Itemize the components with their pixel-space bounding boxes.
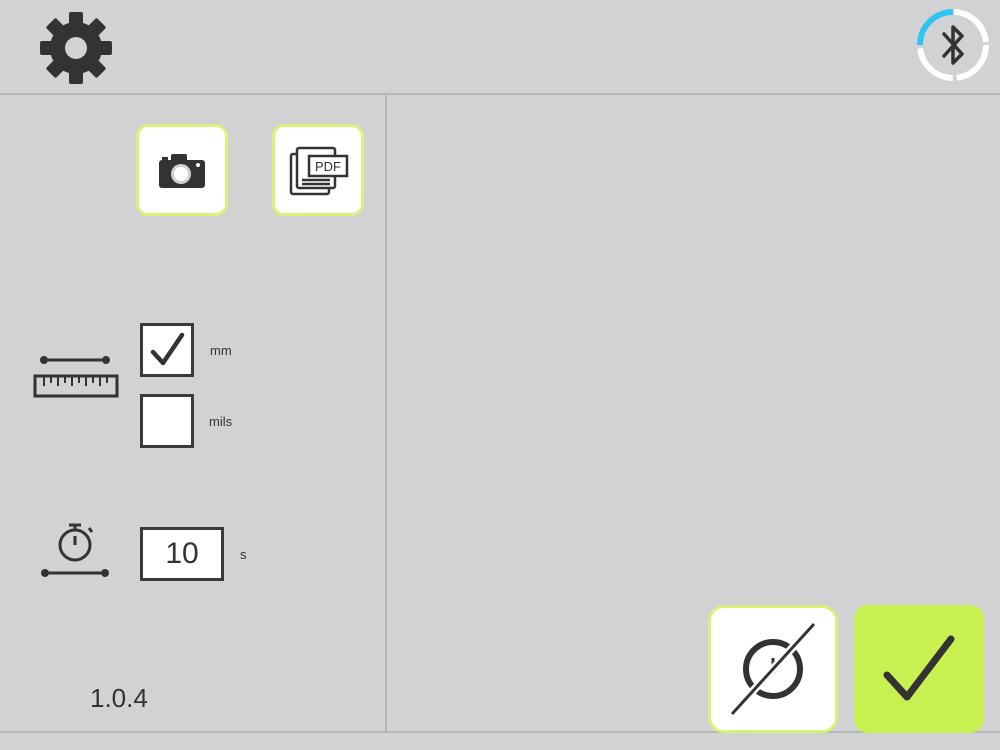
checkmark-icon bbox=[150, 332, 185, 366]
version-label: 1.0.4 bbox=[90, 683, 148, 713]
check-icon bbox=[883, 635, 955, 701]
ruler-icon bbox=[32, 350, 120, 404]
cancel-measurement-button[interactable] bbox=[708, 605, 838, 733]
stopwatch-icon bbox=[38, 518, 112, 582]
pdf-icon: PDF bbox=[289, 146, 349, 196]
camera-button[interactable] bbox=[136, 124, 228, 216]
timer-input[interactable]: 10 bbox=[140, 527, 224, 581]
bluetooth-status[interactable] bbox=[914, 6, 992, 84]
panel-divider bbox=[385, 95, 387, 731]
pdf-export-button[interactable]: PDF bbox=[272, 124, 364, 216]
gear-icon bbox=[40, 12, 112, 84]
unit-mm-checkbox[interactable] bbox=[140, 323, 194, 377]
pdf-icon-label: PDF bbox=[315, 159, 341, 174]
footer-divider bbox=[0, 731, 1000, 733]
header-divider bbox=[0, 93, 1000, 95]
cancel-measure-icon bbox=[729, 621, 817, 717]
camera-icon bbox=[159, 154, 205, 188]
unit-mm-label: mm bbox=[210, 343, 232, 358]
bluetooth-icon bbox=[917, 9, 989, 81]
settings-button[interactable] bbox=[36, 8, 116, 88]
unit-mils-label: mils bbox=[209, 414, 233, 429]
confirm-button[interactable] bbox=[854, 605, 984, 733]
unit-mils-checkbox[interactable] bbox=[140, 394, 194, 448]
timer-unit-label: s bbox=[240, 547, 247, 562]
